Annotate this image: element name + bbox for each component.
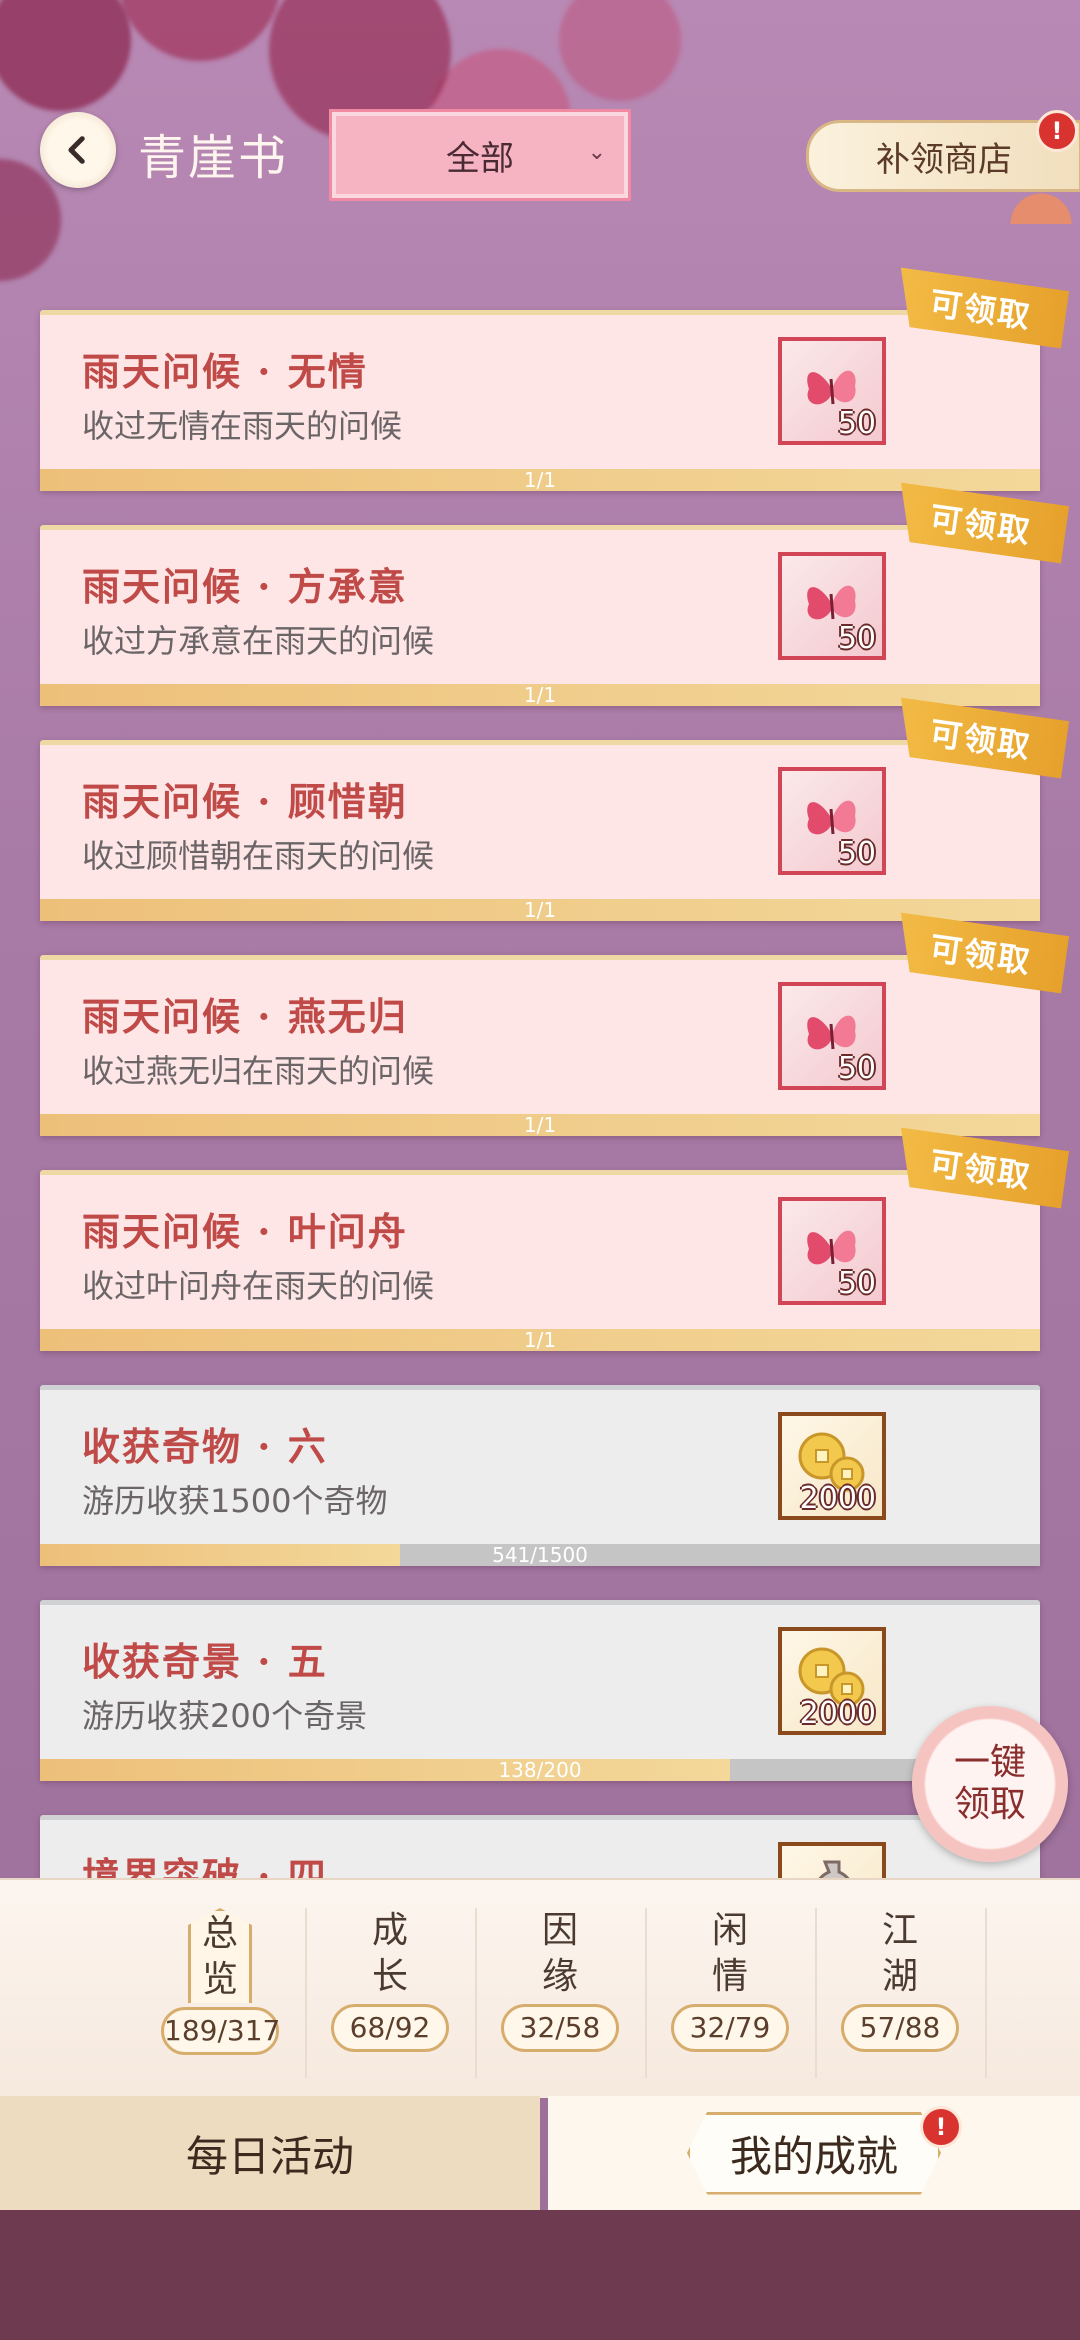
achievement-description: 收过顾惜朝在雨天的问候	[82, 837, 435, 875]
tab-label: 成长	[371, 1910, 408, 1997]
progress-text: 1/1	[523, 1329, 557, 1351]
category-tab[interactable]: 因缘 32/58	[475, 1908, 647, 2078]
achievement-description: 收过叶问舟在雨天的问候	[82, 1267, 435, 1305]
tab-label-frame: 因缘	[475, 1908, 645, 2000]
achievement-list: 雨天问候 · 无情 收过无情在雨天的问候 50 1/1 可领取 雨天问候 · 方…	[40, 310, 1040, 2030]
reward-item[interactable]: 50	[778, 1197, 886, 1305]
claimable-tag[interactable]: 可领取	[893, 1127, 1069, 1208]
category-filter-select[interactable]: 全部 ⌄	[332, 112, 628, 198]
achievement-description: 收过方承意在雨天的问候	[82, 622, 435, 660]
achievement-description: 游历收获200个奇景	[82, 1697, 368, 1735]
tab-count: 68/92	[331, 2004, 449, 2052]
tab-label: 江湖	[881, 1910, 918, 1997]
tab-label: 总览	[201, 1913, 238, 2000]
reward-amount: 50	[837, 1266, 876, 1301]
bottom-nav: 每日活动 我的成就 !	[0, 2096, 1080, 2210]
tab-count: 32/58	[501, 2004, 619, 2052]
chevron-down-icon: ⌄	[587, 140, 606, 165]
claim-all-label: 一键领取	[953, 1742, 1026, 1825]
claimable-tag[interactable]: 可领取	[893, 482, 1069, 563]
progress-bar: 1/1	[40, 684, 1040, 706]
category-tab[interactable]: 闲情 32/79	[645, 1908, 817, 2078]
achievement-card[interactable]: 雨天问候 · 燕无归 收过燕无归在雨天的问候 50 1/1 可领取	[40, 955, 1040, 1136]
chevron-left-icon	[68, 136, 85, 164]
progress-bar: 1/1	[40, 1114, 1040, 1136]
tab-count: 57/88	[841, 2004, 959, 2052]
reward-amount: 2000	[799, 1481, 876, 1516]
tab-label-frame: 江湖	[815, 1908, 985, 2000]
achievement-title: 雨天问候 · 无情	[82, 349, 368, 394]
reward-amount: 50	[837, 1051, 876, 1086]
progress-text: 1/1	[523, 1114, 557, 1136]
achievement-description: 游历收获1500个奇物	[82, 1482, 388, 1520]
reward-amount: 2000	[799, 1696, 876, 1731]
tab-label-frame: 总览	[188, 1908, 252, 2003]
progress-text: 138/200	[498, 1759, 582, 1781]
achievement-card[interactable]: 雨天问候 · 顾惜朝 收过顾惜朝在雨天的问候 50 1/1 可领取	[40, 740, 1040, 921]
back-button[interactable]	[40, 112, 116, 188]
category-tab[interactable]: 总览 189/317	[135, 1908, 307, 2078]
achievement-card[interactable]: 雨天问候 · 叶问舟 收过叶问舟在雨天的问候 50 1/1 可领取	[40, 1170, 1040, 1351]
achievements-alert-badge: !	[920, 2106, 962, 2148]
progress-text: 1/1	[523, 684, 557, 706]
achievement-title: 雨天问候 · 方承意	[82, 564, 408, 609]
tab-label-frame: 成长	[305, 1908, 475, 2000]
daily-activity-tab[interactable]: 每日活动	[0, 2096, 540, 2210]
reward-item[interactable]: 2000	[778, 1627, 886, 1735]
claimable-tag[interactable]: 可领取	[893, 267, 1069, 348]
reward-item[interactable]: 50	[778, 982, 886, 1090]
reward-amount: 50	[837, 406, 876, 441]
category-tab[interactable]: 江湖 57/88	[815, 1908, 987, 2078]
achievement-card[interactable]: 雨天问候 · 方承意 收过方承意在雨天的问候 50 1/1 可领取	[40, 525, 1040, 706]
achievement-card[interactable]: 收获奇景 · 五 游历收获200个奇景 2000 138/200	[40, 1600, 1040, 1781]
progress-text: 541/1500	[492, 1544, 588, 1566]
tab-count: 32/79	[671, 2004, 789, 2052]
category-tab[interactable]: 成长 68/92	[305, 1908, 477, 2078]
achievement-card[interactable]: 雨天问候 · 无情 收过无情在雨天的问候 50 1/1 可领取	[40, 310, 1040, 491]
page-title: 青崖书	[138, 130, 289, 186]
reward-amount: 50	[837, 836, 876, 871]
progress-bar: 138/200	[40, 1759, 1040, 1781]
achievement-title: 雨天问候 · 顾惜朝	[82, 779, 408, 824]
achievement-description: 收过无情在雨天的问候	[82, 407, 403, 445]
claimable-tag[interactable]: 可领取	[893, 697, 1069, 778]
tab-label: 闲情	[711, 1910, 748, 1997]
daily-activity-label: 每日活动	[185, 2131, 354, 2181]
reward-item[interactable]: 50	[778, 767, 886, 875]
reward-item[interactable]: 50	[778, 552, 886, 660]
progress-text: 1/1	[523, 899, 557, 921]
category-tab-bar: 总览 189/317 成长 68/92 因缘 32/58 闲情 32/79 江湖…	[0, 1878, 1080, 2098]
tab-label-frame: 闲情	[645, 1908, 815, 2000]
my-achievements-tab[interactable]: 我的成就 !	[548, 2096, 1080, 2210]
filter-value: 全部	[446, 138, 514, 179]
achievement-title: 雨天问候 · 燕无归	[82, 994, 408, 1039]
progress-bar: 1/1	[40, 1329, 1040, 1351]
progress-text: 1/1	[523, 469, 557, 491]
shop-label: 补领商店	[876, 139, 1012, 180]
my-achievements-label: 我的成就	[686, 2111, 941, 2195]
reward-amount: 50	[837, 621, 876, 656]
achievement-title: 收获奇景 · 五	[82, 1639, 328, 1684]
claimable-tag[interactable]: 可领取	[893, 912, 1069, 993]
top-bar: 青崖书 全部 ⌄ 补领商店 !	[0, 100, 1080, 224]
progress-bar: 1/1	[40, 899, 1040, 921]
progress-bar: 541/1500	[40, 1544, 1040, 1566]
fan-icon	[1010, 180, 1072, 224]
claim-all-button[interactable]: 一键领取	[912, 1706, 1068, 1862]
progress-bar: 1/1	[40, 469, 1040, 491]
reward-item[interactable]: 2000	[778, 1412, 886, 1520]
reward-item[interactable]: 50	[778, 337, 886, 445]
tab-label: 因缘	[541, 1910, 578, 1997]
achievement-card[interactable]: 收获奇物 · 六 游历收获1500个奇物 2000 541/1500	[40, 1385, 1040, 1566]
achievement-title: 收获奇物 · 六	[82, 1424, 328, 1469]
achievement-title: 雨天问候 · 叶问舟	[82, 1209, 408, 1254]
shop-alert-badge: !	[1036, 110, 1078, 152]
achievement-description: 收过燕无归在雨天的问候	[82, 1052, 435, 1090]
tab-count: 189/317	[161, 2007, 280, 2055]
